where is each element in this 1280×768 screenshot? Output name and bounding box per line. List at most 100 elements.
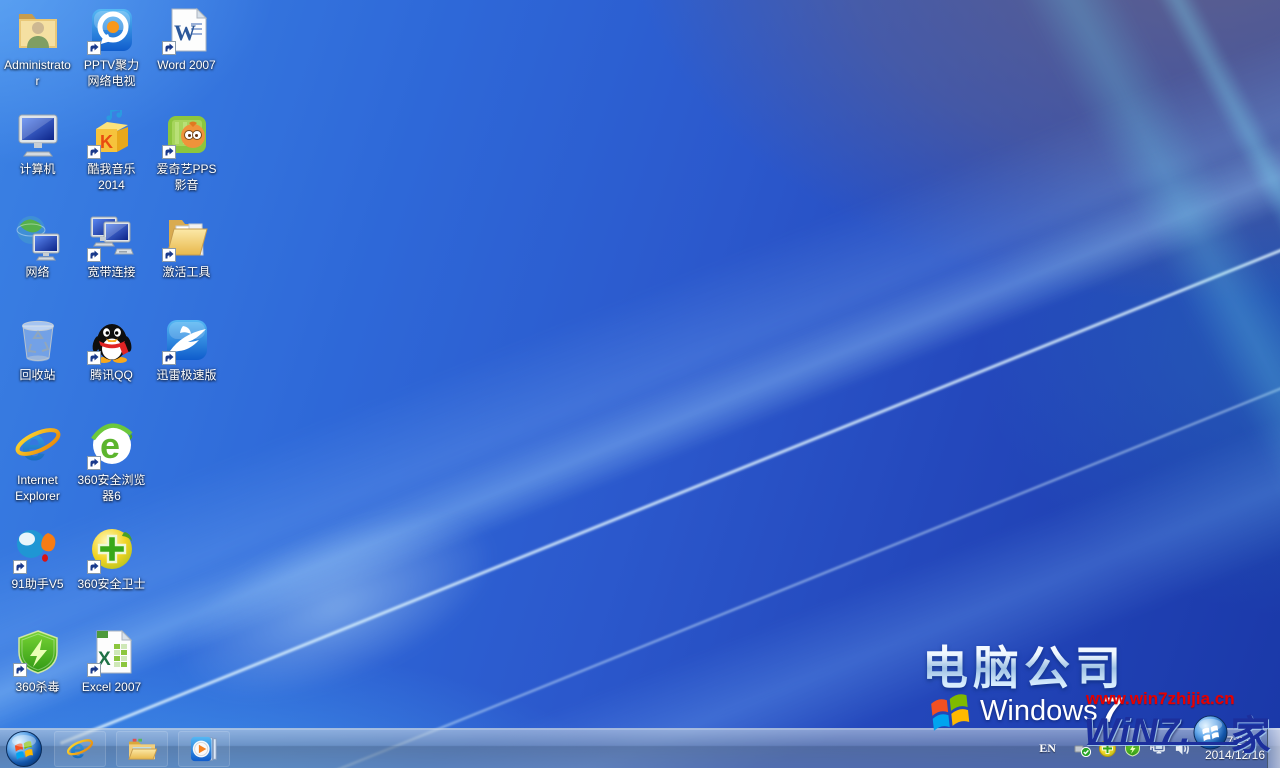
- clock-time: 17:25: [1219, 734, 1250, 748]
- wallpaper-beam: [260, 305, 1280, 768]
- windows-media-player-icon: [190, 736, 217, 761]
- show-desktop-button[interactable]: [1267, 728, 1280, 768]
- shortcut-arrow-icon: [161, 351, 176, 365]
- shortcut-arrow-icon: [161, 248, 176, 262]
- desktop-icon-kuwo-music[interactable]: K 酷我音乐 2014: [75, 108, 148, 208]
- desktop-icon-recycle-bin[interactable]: 回收站: [1, 314, 74, 414]
- icon-label: 爱奇艺PPS影音: [156, 162, 217, 192]
- shortcut-arrow-icon: [86, 41, 101, 55]
- wallpaper-beam: [60, 180, 1280, 745]
- icon-label: 360安全卫士: [77, 577, 146, 591]
- volume-icon[interactable]: [1174, 740, 1191, 757]
- kuwo-music-icon: K: [86, 110, 136, 159]
- wallpaper-flare: [150, 472, 522, 740]
- icon-label: 360安全浏览器6: [77, 473, 146, 503]
- windows7-logo: Windows 7: [928, 690, 1121, 732]
- wallpaper-beam: [980, 0, 1280, 558]
- 360-safeguard-icon: [86, 525, 136, 574]
- windows-version: 7: [1101, 691, 1122, 730]
- desktop-icon-thunder[interactable]: 迅雷极速版: [150, 314, 223, 414]
- user-folder-icon: [14, 6, 62, 54]
- icon-label: 迅雷极速版: [156, 368, 217, 382]
- windows-word: Windows: [980, 694, 1098, 727]
- iqiyi-pps-icon: [161, 110, 211, 159]
- svg-text:e: e: [21, 421, 47, 469]
- activation-tools-folder-icon: [161, 213, 211, 262]
- shortcut-arrow-icon: [86, 663, 101, 677]
- qq-penguin-icon: [86, 316, 136, 365]
- excel-icon: X: [86, 628, 136, 677]
- windows-flag-icon: [931, 694, 970, 731]
- shortcut-arrow-icon: [12, 663, 27, 677]
- desktop-icon-word-2007[interactable]: W Word 2007: [150, 4, 223, 104]
- taskbar-explorer-button[interactable]: [116, 730, 168, 767]
- shortcut-arrow-icon: [12, 560, 27, 574]
- network-icon: [14, 213, 62, 261]
- language-indicator[interactable]: EN: [1029, 741, 1066, 756]
- icon-label: 计算机: [19, 162, 56, 176]
- icon-label: Word 2007: [157, 58, 216, 72]
- desktop-icon-pptv[interactable]: PPTV聚力 网络电视: [75, 4, 148, 104]
- thunder-xunlei-icon: [161, 316, 211, 365]
- pptv-icon: [86, 6, 136, 55]
- svg-text:e: e: [70, 735, 85, 763]
- svg-text:K: K: [100, 132, 113, 152]
- icon-label: Excel 2007: [81, 680, 142, 694]
- desktop-icon-360-browser[interactable]: e 360安全浏览器6: [75, 419, 148, 519]
- icon-label: 回收站: [19, 368, 56, 382]
- icon-label: 腾讯QQ: [90, 368, 133, 382]
- icon-label: 网络: [25, 265, 50, 279]
- icon-label: PPTV聚力 网络电视: [83, 58, 140, 88]
- desktop-icon-360-safeguard[interactable]: 360安全卫士: [75, 523, 148, 623]
- recycle-bin-icon: [14, 316, 62, 364]
- network-tray-icon[interactable]: [1149, 740, 1166, 757]
- internet-explorer-icon: e: [66, 735, 94, 763]
- shortcut-arrow-icon: [161, 41, 176, 55]
- shortcut-arrow-icon: [86, 456, 101, 470]
- taskbar-internet-explorer-button[interactable]: e: [54, 730, 106, 767]
- desktop-icon-iqiyi-pps[interactable]: 爱奇艺PPS影音: [150, 108, 223, 208]
- desktop-icon-network[interactable]: 网络: [1, 211, 74, 311]
- desktop-icon-tencent-qq[interactable]: 腾讯QQ: [75, 314, 148, 414]
- taskbar-clock[interactable]: 17:25 2014/12/16: [1205, 734, 1265, 762]
- icon-label: 激活工具: [162, 265, 211, 279]
- broadband-connection-icon: [86, 213, 136, 262]
- desktop-icon-broadband-connection[interactable]: 宽带连接: [75, 211, 148, 311]
- taskbar-media-player-button[interactable]: [178, 730, 230, 767]
- clock-date: 2014/12/16: [1204, 748, 1265, 762]
- taskbar: e EN 17:25 2014/12/16: [0, 728, 1280, 768]
- 360-antivirus-tray-icon[interactable]: [1124, 739, 1141, 757]
- wallpaper-beam: [240, 283, 1280, 768]
- wallpaper-beam: [1118, 0, 1280, 598]
- icon-label: 91助手V5: [11, 577, 64, 591]
- 360-antivirus-icon: [12, 628, 62, 677]
- shortcut-arrow-icon: [86, 560, 101, 574]
- icon-label: 360杀毒: [15, 680, 60, 694]
- icon-label: 酷我音乐 2014: [87, 162, 136, 192]
- desktop-icon-administrator[interactable]: Administrator: [1, 4, 74, 104]
- desktop-icon-91-assistant[interactable]: 91助手V5: [1, 523, 74, 623]
- desktop-icon-internet-explorer[interactable]: e Internet Explorer: [1, 419, 74, 519]
- folder-icon: [128, 738, 157, 760]
- icon-label: Administrator: [4, 58, 71, 88]
- computer-icon: [14, 110, 62, 158]
- desktop-icon-excel-2007[interactable]: X Excel 2007: [75, 626, 148, 726]
- system-tray: EN 17:25 2014/12/16: [1029, 728, 1265, 768]
- word-icon: W: [161, 6, 211, 55]
- 91-assistant-icon: [12, 525, 62, 574]
- desktop[interactable]: Administrator PPTV聚力 网络电视 W Word 2007 计算…: [0, 0, 1280, 768]
- icon-label: Internet Explorer: [15, 473, 60, 503]
- usb-safely-remove-icon[interactable]: [1074, 740, 1091, 757]
- shortcut-arrow-icon: [86, 248, 101, 262]
- oem-brand-watermark: 电脑公司: [922, 632, 1126, 698]
- svg-text:W: W: [174, 20, 196, 45]
- shortcut-arrow-icon: [161, 145, 176, 159]
- windows-start-orb-icon: [6, 730, 42, 767]
- desktop-icon-activation-tools[interactable]: 激活工具: [150, 211, 223, 311]
- desktop-icon-computer[interactable]: 计算机: [1, 108, 74, 208]
- internet-explorer-icon: e: [14, 421, 62, 469]
- watermark-url: www.win7zhijia.cn: [1086, 689, 1235, 708]
- desktop-icon-360-antivirus[interactable]: 360杀毒: [1, 626, 74, 726]
- start-button[interactable]: [4, 729, 44, 768]
- 360-safeguard-tray-icon[interactable]: [1098, 739, 1116, 757]
